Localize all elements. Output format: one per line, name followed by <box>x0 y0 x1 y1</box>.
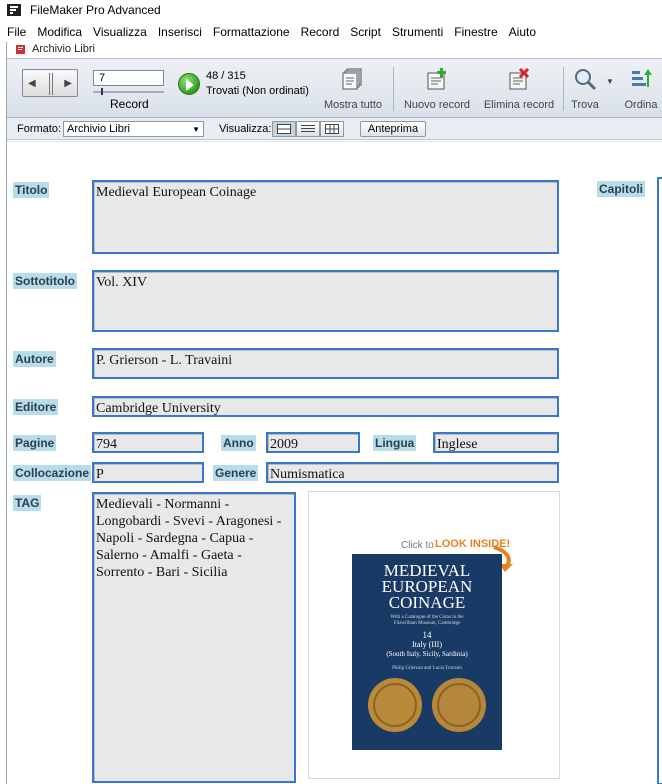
form-layout: Titolo Medieval European Coinage Sottoti… <box>7 141 662 784</box>
record-slider-thumb[interactable] <box>101 88 103 95</box>
document-window: Archivio Libri ◀ ▶ 7 Record 48 / 315 Tro… <box>6 42 662 784</box>
layout-bar: Formato: Archivio Libri ▼ Visualizza: An… <box>7 118 662 140</box>
anno-field[interactable]: 2009 <box>266 432 360 453</box>
field-label-genere: Genere <box>213 465 259 481</box>
cover-banner-click-text: Click to <box>401 540 434 551</box>
view-as-list-button[interactable] <box>296 121 320 137</box>
delete-record-button[interactable]: Elimina record <box>479 63 559 115</box>
view-as-table-button[interactable] <box>320 121 344 137</box>
next-record-icon[interactable]: ▶ <box>64 78 72 89</box>
record-slider[interactable] <box>93 88 164 95</box>
field-label-pagine: Pagine <box>13 435 57 451</box>
cover-coin-left <box>368 678 422 732</box>
cover-region-line2: (South Italy, Sicily, Sardinia) <box>386 650 468 658</box>
toolbar-separator <box>563 67 564 111</box>
cover-authors: Philip Grierson and Lucia Travaini <box>392 666 462 671</box>
window-title: Archivio Libri <box>32 43 95 55</box>
found-count: 48 / 315 <box>206 70 246 82</box>
found-status: Trovati (Non ordinati) <box>206 85 309 97</box>
sottotitolo-field[interactable]: Vol. XIV <box>92 270 559 332</box>
record-label: Record <box>110 97 149 111</box>
magnifier-icon <box>575 69 597 91</box>
menu-visualizza[interactable]: Visualizza <box>88 25 152 39</box>
menu-formattazione[interactable]: Formattazione <box>208 25 295 39</box>
field-label-editore: Editore <box>13 399 59 415</box>
autore-field[interactable]: P. Grierson - L. Travaini <box>92 348 559 379</box>
view-as-form-button[interactable] <box>272 121 296 137</box>
menu-modifica[interactable]: Modifica <box>32 25 87 39</box>
layout-select[interactable]: Archivio Libri ▼ <box>63 121 204 137</box>
find-button[interactable]: Trova <box>565 63 605 115</box>
filemaker-logo-icon <box>7 4 21 16</box>
view-mode-switcher <box>272 121 344 137</box>
status-toolbar: ◀ ▶ 7 Record 48 / 315 Trovati (Non ordin… <box>7 58 662 118</box>
toolbar-separator <box>393 67 394 111</box>
document-icon <box>16 44 25 54</box>
show-all-icon <box>342 68 362 90</box>
field-label-tag: TAG <box>13 495 42 511</box>
preview-button[interactable]: Anteprima <box>360 121 426 137</box>
sort-label: Ordina <box>624 99 658 111</box>
field-label-lingua: Lingua <box>373 435 417 451</box>
menu-inserisci[interactable]: Inserisci <box>153 25 207 39</box>
field-label-titolo: Titolo <box>13 182 50 198</box>
genere-field[interactable]: Numismatica <box>266 462 559 483</box>
record-number-input[interactable]: 7 <box>93 70 164 86</box>
lingua-field[interactable]: Inglese <box>433 432 559 453</box>
menu-strumenti[interactable]: Strumenti <box>387 25 448 39</box>
view-label: Visualizza: <box>219 123 272 135</box>
cover-image-container[interactable]: Click to LOOK INSIDE! MEDIEVAL EUROPEAN … <box>308 491 560 779</box>
layout-label: Formato: <box>17 123 62 135</box>
window-title-bar: Archivio Libri <box>7 42 662 56</box>
menu-record[interactable]: Record <box>296 25 345 39</box>
book-spine-icon <box>49 73 53 95</box>
layout-select-value: Archivio Libri <box>67 123 130 135</box>
field-label-anno: Anno <box>221 435 256 451</box>
delete-record-label: Elimina record <box>483 99 555 111</box>
cover-subtitle-line2: Fitzwilliam Museum, Cambridge <box>394 621 461 626</box>
app-title: FileMaker Pro Advanced <box>30 3 161 17</box>
book-cover-image: Click to LOOK INSIDE! MEDIEVAL EUROPEAN … <box>352 538 513 750</box>
table-view-icon <box>325 124 339 134</box>
chevron-down-icon: ▼ <box>192 125 200 134</box>
show-all-label: Mostra tutto <box>323 99 383 111</box>
menu-finestre[interactable]: Finestre <box>449 25 502 39</box>
list-view-icon <box>301 125 315 132</box>
show-all-button[interactable]: Mostra tutto <box>319 63 387 115</box>
app-title-bar: FileMaker Pro Advanced <box>0 0 662 20</box>
menu-script[interactable]: Script <box>345 25 386 39</box>
find-label: Trova <box>571 99 599 111</box>
menu-file[interactable]: File <box>0 25 31 39</box>
collocazione-field[interactable]: P <box>92 462 204 483</box>
new-record-label: Nuovo record <box>403 99 471 111</box>
field-label-collocazione: Collocazione <box>13 465 92 481</box>
cover-title-line3: COINAGE <box>389 593 466 612</box>
editore-field[interactable]: Cambridge University <box>92 396 559 417</box>
cover-coin-right <box>432 678 486 732</box>
found-set-pie-icon[interactable] <box>178 73 200 95</box>
record-book-navigator[interactable]: ◀ ▶ <box>22 69 78 97</box>
new-record-icon <box>427 68 446 90</box>
titolo-field[interactable]: Medieval European Coinage <box>92 180 559 254</box>
pagine-field[interactable]: 794 <box>92 432 204 453</box>
sort-button[interactable]: Ordina <box>619 63 662 115</box>
field-label-capitoli: Capitoli <box>597 181 645 197</box>
field-label-sottotitolo: Sottotitolo <box>13 273 77 289</box>
form-view-icon <box>277 124 291 134</box>
cover-subtitle-line1: With a Catalogue of the Coins in the <box>391 615 465 620</box>
capitoli-field[interactable] <box>657 177 662 784</box>
previous-record-icon[interactable]: ◀ <box>28 78 36 89</box>
cover-volume: 14 <box>423 630 433 640</box>
menu-bar: File Modifica Visualizza Inserisci Forma… <box>0 22 662 42</box>
new-record-button[interactable]: Nuovo record <box>399 63 475 115</box>
cover-region-line1: Italy (III) <box>412 640 442 649</box>
tag-field[interactable]: Medievali - Normanni - Longobardi - Svev… <box>92 492 296 783</box>
sort-icon <box>632 69 652 87</box>
find-dropdown-icon[interactable]: ▼ <box>606 77 614 86</box>
delete-record-icon <box>509 67 530 90</box>
menu-aiuto[interactable]: Aiuto <box>504 25 541 39</box>
field-label-autore: Autore <box>13 351 56 367</box>
